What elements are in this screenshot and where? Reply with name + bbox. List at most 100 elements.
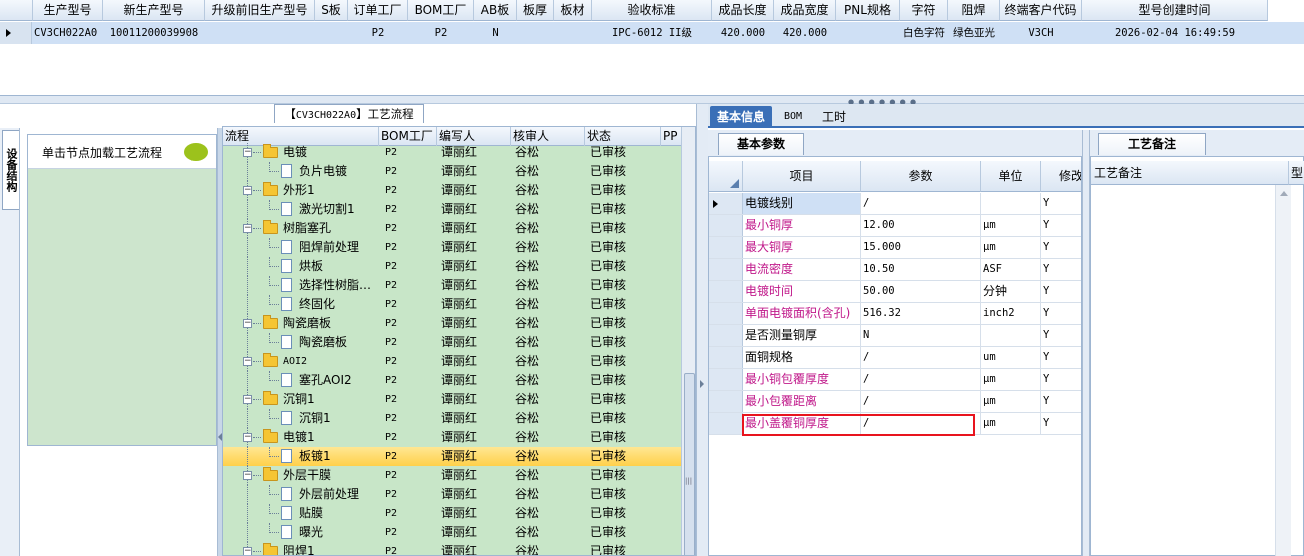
collapse-node-icon[interactable]: − (243, 319, 252, 328)
tab-device-structure[interactable]: 设备结构 (2, 130, 19, 210)
param-modify[interactable]: Y (1041, 193, 1081, 214)
tree-row[interactable]: − 沉铜1 P2 谭丽红 谷松 已审核 (223, 390, 681, 409)
tree-row[interactable]: − 外层干膜 P2 谭丽红 谷松 已审核 (223, 466, 681, 485)
collapse-node-icon[interactable]: − (243, 433, 252, 442)
model-col-header[interactable]: 生产型号 (33, 0, 103, 21)
tree-row[interactable]: 陶瓷磨板 P2 谭丽红 谷松 已审核 (223, 333, 681, 352)
model-cell[interactable] (517, 23, 554, 44)
tree-row[interactable]: − 电镀1 P2 谭丽红 谷松 已审核 (223, 428, 681, 447)
model-cell[interactable]: 10011200039908 (103, 23, 205, 44)
tree-row[interactable]: − AOI2 P2 谭丽红 谷松 已审核 (223, 352, 681, 371)
param-row[interactable]: 最小铜厚 12.00 μm Y (709, 215, 1081, 237)
collapse-node-icon[interactable]: − (243, 357, 252, 366)
tree-row[interactable]: − 阻焊1 P2 谭丽红 谷松 已审核 (223, 542, 681, 555)
model-col-header[interactable]: 验收标准 (592, 0, 712, 21)
tree-row[interactable]: 负片电镀 P2 谭丽红 谷松 已审核 (223, 162, 681, 181)
param-value[interactable]: / (861, 369, 981, 390)
param-modify[interactable]: Y (1041, 369, 1081, 390)
model-col-header[interactable]: 成品长度 (712, 0, 774, 21)
model-col-header[interactable]: 新生产型号 (103, 0, 205, 21)
right-splitter[interactable] (1082, 130, 1090, 556)
tab-basic-info[interactable]: 基本信息 (710, 106, 772, 128)
param-modify[interactable]: Y (1041, 325, 1081, 346)
param-modify[interactable]: Y (1041, 237, 1081, 258)
tree-row[interactable]: 烘板 P2 谭丽红 谷松 已审核 (223, 257, 681, 276)
tree-row[interactable]: 板镀1 P2 谭丽红 谷松 已审核 (223, 447, 681, 466)
model-col-header[interactable]: 字符 (900, 0, 948, 21)
model-col-header[interactable]: 成品宽度 (774, 0, 836, 21)
param-modify[interactable]: Y (1041, 259, 1081, 280)
param-modify[interactable]: Y (1041, 347, 1081, 368)
model-cell[interactable] (315, 23, 348, 44)
param-value[interactable]: 15.000 (861, 237, 981, 258)
model-col-header[interactable]: 升级前旧生产型号 (205, 0, 315, 21)
param-modify[interactable]: Y (1041, 391, 1081, 412)
tree-row[interactable]: 曝光 P2 谭丽红 谷松 已审核 (223, 523, 681, 542)
collapse-node-icon[interactable]: − (243, 547, 252, 555)
model-col-header[interactable]: 订单工厂 (348, 0, 408, 21)
param-modify[interactable]: Y (1041, 281, 1081, 302)
tree-row[interactable]: 终固化 P2 谭丽红 谷松 已审核 (223, 295, 681, 314)
tree-row[interactable]: 贴膜 P2 谭丽红 谷松 已审核 (223, 504, 681, 523)
tree-row[interactable]: 外层前处理 P2 谭丽红 谷松 已审核 (223, 485, 681, 504)
model-cell[interactable]: 绿色亚光 (948, 23, 1000, 44)
tree-scrollbar-thumb[interactable] (684, 373, 695, 555)
tree-row[interactable]: 阻焊前处理 P2 谭丽红 谷松 已审核 (223, 238, 681, 257)
horizontal-splitter[interactable]: ● ● ● ● ● ● ● (0, 96, 1304, 106)
tree-row[interactable]: 塞孔AOI2 P2 谭丽红 谷松 已审核 (223, 371, 681, 390)
param-row[interactable]: 电镀线别 / Y (709, 193, 1081, 215)
model-col-header[interactable]: 板厚 (517, 0, 554, 21)
tab-process-remark[interactable]: 工艺备注 (1098, 133, 1206, 155)
tree-scrollbar[interactable]: ||| (681, 127, 695, 555)
collapse-node-icon[interactable]: − (243, 224, 252, 233)
tree-row[interactable]: 沉铜1 P2 谭丽红 谷松 已审核 (223, 409, 681, 428)
param-row[interactable]: 是否测量铜厚 N Y (709, 325, 1081, 347)
remark-scrollbar[interactable] (1275, 185, 1291, 556)
param-row[interactable]: 电镀时间 50.00 分钟 Y (709, 281, 1081, 303)
param-row[interactable]: 最小包覆距离 / μm Y (709, 391, 1081, 413)
model-cell[interactable]: CV3CH022A0 (33, 23, 103, 44)
tree-row[interactable]: − 外形1 P2 谭丽红 谷松 已审核 (223, 181, 681, 200)
model-cell[interactable]: N (474, 23, 517, 44)
param-row[interactable]: 最大铜厚 15.000 μm Y (709, 237, 1081, 259)
tree-row[interactable]: 选择性树脂… P2 谭丽红 谷松 已审核 (223, 276, 681, 295)
model-cell[interactable] (836, 23, 900, 44)
model-col-header[interactable]: AB板 (474, 0, 517, 21)
param-row[interactable]: 最小铜包覆厚度 / μm Y (709, 369, 1081, 391)
model-cell[interactable] (205, 23, 315, 44)
model-cell[interactable]: V3CH (1000, 23, 1082, 44)
collapse-node-icon[interactable]: − (243, 186, 252, 195)
param-value[interactable]: 516.32 (861, 303, 981, 324)
param-value[interactable]: / (861, 347, 981, 368)
model-cell[interactable]: IPC-6012 II级 (592, 23, 712, 44)
model-col-header[interactable]: 型号创建时间 (1082, 0, 1268, 21)
collapse-node-icon[interactable]: − (243, 395, 252, 404)
tab-bom[interactable]: BOM (778, 106, 808, 128)
param-modify[interactable]: Y (1041, 303, 1081, 324)
tree-row[interactable]: − 陶瓷磨板 P2 谭丽红 谷松 已审核 (223, 314, 681, 333)
model-cell[interactable]: 420.000 (774, 23, 836, 44)
param-row[interactable]: 单面电镀面积(含孔) 516.32 inch2 Y (709, 303, 1081, 325)
model-col-header[interactable]: PNL规格 (836, 0, 900, 21)
model-cell[interactable]: P2 (348, 23, 408, 44)
param-value[interactable]: / (861, 391, 981, 412)
tree-row[interactable]: − 树脂塞孔 P2 谭丽红 谷松 已审核 (223, 219, 681, 238)
param-row[interactable]: 电流密度 10.50 ASF Y (709, 259, 1081, 281)
collapse-node-icon[interactable]: − (243, 471, 252, 480)
model-col-header[interactable]: S板 (315, 0, 348, 21)
middle-collapse-strip[interactable] (696, 104, 708, 556)
model-cell[interactable]: 白色字符 (900, 23, 948, 44)
param-value[interactable]: 10.50 (861, 259, 981, 280)
param-modify[interactable]: Y (1041, 215, 1081, 236)
param-value[interactable]: 50.00 (861, 281, 981, 302)
model-cell[interactable]: 2026-02-04 16:49:59 (1082, 23, 1268, 44)
model-col-header[interactable]: 板材 (554, 0, 592, 21)
tree-row[interactable]: 激光切割1 P2 谭丽红 谷松 已审核 (223, 200, 681, 219)
tab-work-hours[interactable]: 工时 (814, 106, 854, 128)
param-value[interactable]: N (861, 325, 981, 346)
model-col-header[interactable]: 终端客户代码 (1000, 0, 1082, 21)
param-value[interactable]: 12.00 (861, 215, 981, 236)
model-cell[interactable]: 420.000 (712, 23, 774, 44)
param-modify[interactable]: Y (1041, 413, 1081, 434)
tree-row[interactable]: − 电镀 P2 谭丽红 谷松 已审核 (223, 143, 681, 162)
